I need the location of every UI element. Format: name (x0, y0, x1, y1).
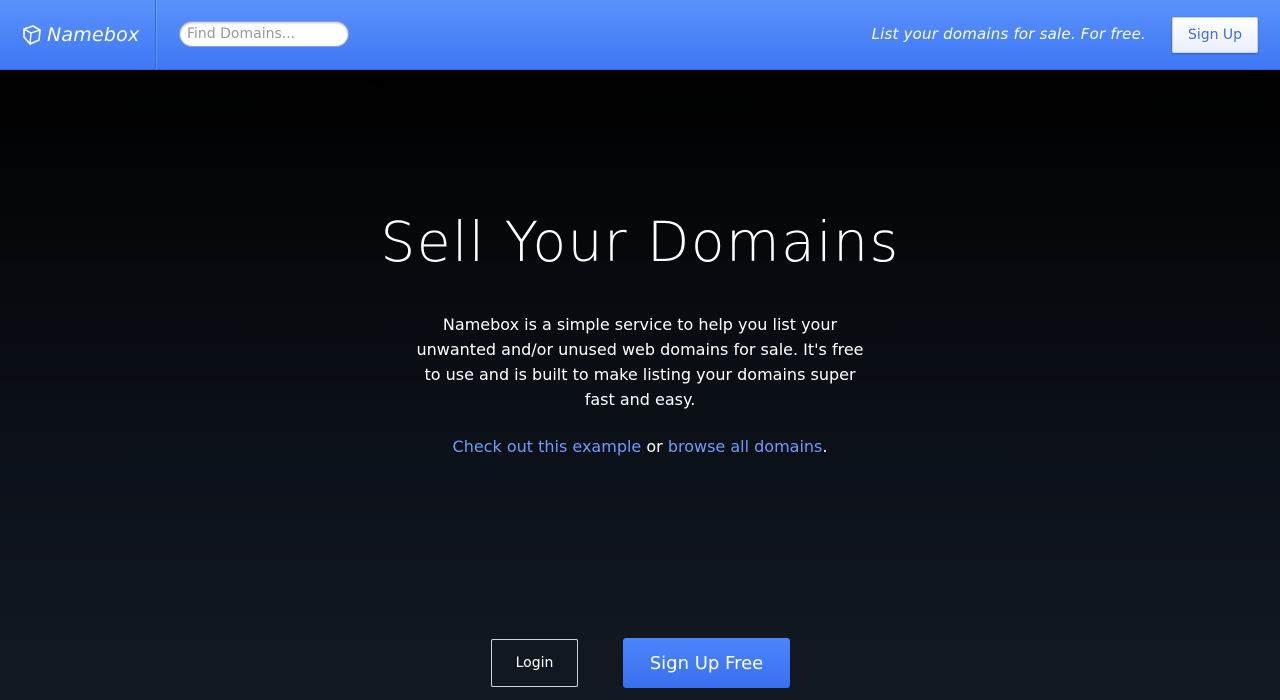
or-text: or (641, 437, 668, 456)
hero-description: Namebox is a simple service to help you … (416, 315, 864, 409)
browse-all-domains-link[interactable]: browse all domains (668, 437, 823, 456)
example-link[interactable]: Check out this example (453, 437, 642, 456)
hero-title: Sell Your Domains (380, 210, 900, 274)
find-domains-input[interactable] (179, 21, 349, 47)
box-icon (22, 24, 42, 46)
header-tagline: List your domains for sale. For free. (871, 25, 1146, 43)
hero-section: Sell Your Domains Namebox is a simple se… (0, 71, 1280, 700)
hero-links: Check out this example or browse all dom… (0, 437, 1280, 456)
brand-name: Namebox (47, 24, 140, 46)
signup-free-button[interactable]: Sign Up Free (623, 638, 790, 688)
login-button[interactable]: Login (491, 639, 578, 687)
header-signup-button[interactable]: Sign Up (1172, 17, 1258, 53)
brand-logo-link[interactable]: Namebox (0, 0, 156, 70)
top-header: Namebox List your domains for sale. For … (0, 0, 1280, 70)
period-text: . (822, 437, 828, 456)
